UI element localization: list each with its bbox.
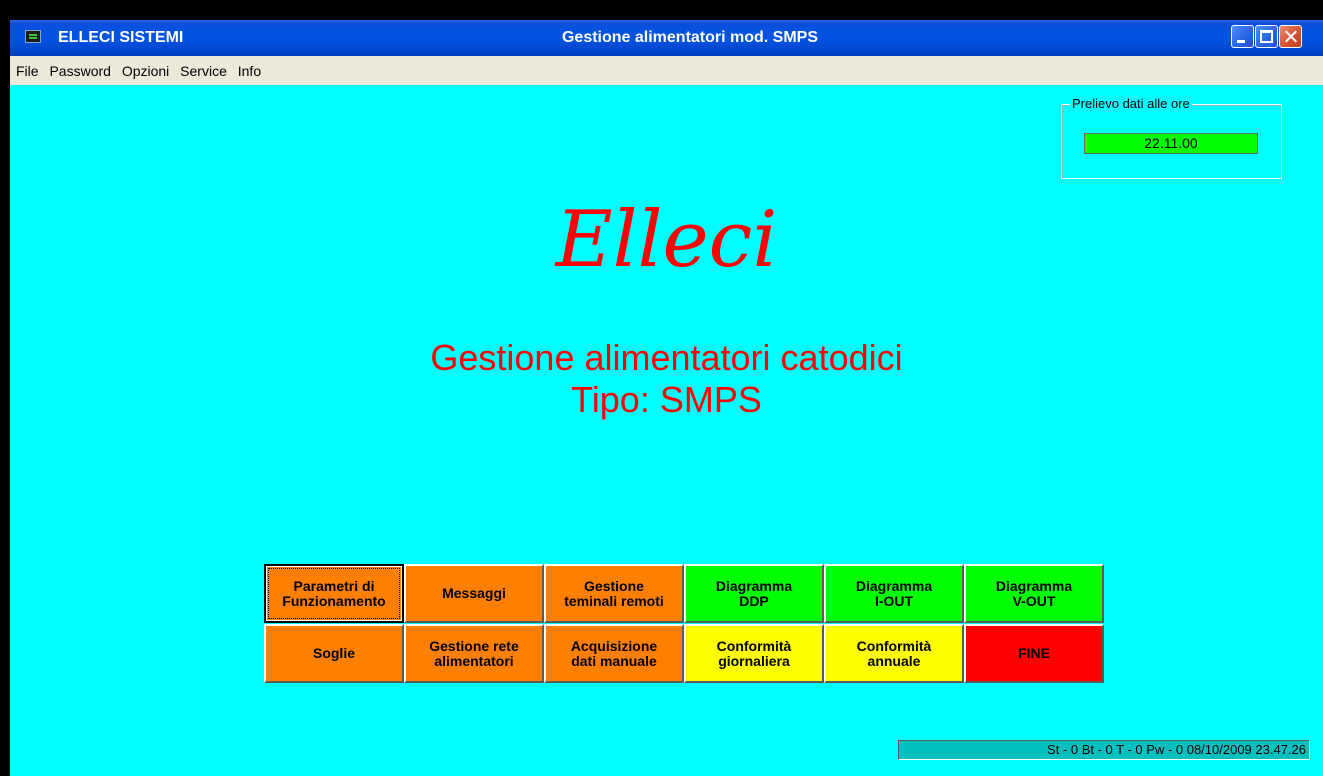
fine-button[interactable]: FINE [964,624,1104,683]
main-window: ELLECI SISTEMI Gestione alimentatori mod… [10,20,1323,776]
button-label: alimentatori [434,652,514,669]
button-label: FINE [1018,645,1050,661]
elleci-logo: Elleci [555,195,778,285]
button-label: Conformità [716,637,792,654]
button-label: annuale [867,652,921,669]
button-label: Funzionamento [282,592,386,609]
acquisizione-dati-manuale-button[interactable]: Acquisizione dati manuale [544,624,684,683]
button-label: giornaliera [718,652,790,669]
diagramma-i-out-button[interactable]: Diagramma I-OUT [824,564,964,623]
button-label: Diagramma [995,577,1073,594]
window-title: Gestione alimentatori mod. SMPS [561,29,819,46]
button-label: Soglie [312,645,355,661]
app-name: ELLECI SISTEMI [58,29,184,46]
data-fetch-time: 22.11.00 [1084,133,1258,154]
app-subtitle: Gestione alimentatori catodici [430,337,903,378]
menu-bar: File Password Opzioni Service Info [10,56,1323,85]
data-fetch-group: Prelievo dati alle ore 22.11.00 [1061,96,1282,179]
status-bar: St - 0 Bt - 0 T - 0 Pw - 0 08/10/2009 23… [898,740,1310,760]
minimize-icon[interactable] [1231,25,1254,48]
button-label: Acquisizione [570,637,658,654]
diagramma-v-out-button[interactable]: Diagramma V-OUT [964,564,1104,623]
maximize-icon[interactable] [1255,25,1278,48]
title-bar[interactable]: ELLECI SISTEMI Gestione alimentatori mod… [10,20,1323,56]
menu-file[interactable]: File [16,56,39,79]
menu-password[interactable]: Password [49,56,110,79]
button-label: teminali remoti [564,592,664,609]
button-label: I-OUT [874,592,914,609]
button-label: Gestione [584,577,644,594]
data-fetch-label: Prelievo dati alle ore [1070,96,1192,111]
button-label: Messaggi [442,585,506,601]
function-button-grid: Parametri di Funzionamento Messaggi Gesti… [264,564,1105,684]
button-label: dati manuale [571,652,657,669]
button-label: Diagramma [855,577,933,594]
menu-service[interactable]: Service [180,56,227,79]
button-label: V-OUT [1012,592,1056,609]
diagramma-ddp-button[interactable]: Diagramma DDP [684,564,824,623]
conformita-giornaliera-button[interactable]: Conformità giornaliera [684,624,824,683]
soglie-button[interactable]: Soglie [264,624,404,683]
messaggi-button[interactable]: Messaggi [404,564,544,623]
close-icon[interactable] [1279,25,1302,48]
button-label: Parametri di [293,577,375,594]
gestione-rete-alimentatori-button[interactable]: Gestione rete alimentatori [404,624,544,683]
menu-opzioni[interactable]: Opzioni [122,56,169,79]
parametri-funzionamento-button[interactable]: Parametri di Funzionamento [264,564,404,623]
gestione-terminali-remoti-button[interactable]: Gestione teminali remoti [544,564,684,623]
conformita-annuale-button[interactable]: Conformità annuale [824,624,964,683]
type-label: Tipo: SMPS [571,379,762,420]
button-label: Gestione rete [429,637,519,654]
button-label: DDP [739,592,769,609]
button-label: Conformità [856,637,932,654]
menu-info[interactable]: Info [238,56,261,79]
app-monitor-icon[interactable] [25,30,41,43]
button-label: Diagramma [715,577,793,594]
